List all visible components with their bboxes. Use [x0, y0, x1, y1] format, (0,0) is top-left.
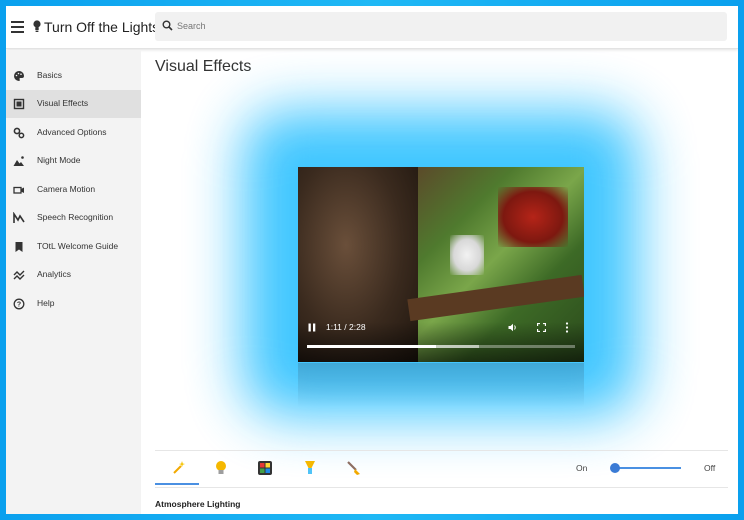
help-circle-icon: ? — [13, 298, 25, 310]
magic-wand-icon[interactable] — [169, 458, 189, 478]
moon-mountain-icon — [13, 156, 24, 166]
search-icon[interactable] — [162, 20, 173, 31]
toolbar-divider — [155, 487, 728, 488]
video-played-bar — [307, 345, 436, 348]
volume-icon[interactable] — [508, 323, 518, 332]
bookmark-icon — [15, 242, 23, 252]
search-input[interactable] — [177, 16, 717, 36]
video-player[interactable]: 1:11 / 2:28 — [298, 167, 584, 362]
voice-wave-icon — [13, 212, 25, 223]
gears-icon — [13, 127, 25, 139]
video-frame-branch — [407, 274, 584, 322]
lamp-icon[interactable] — [300, 458, 320, 478]
video-time: 1:11 / 2:28 — [326, 322, 366, 332]
app-header: Turn Off the Lights™ — [6, 6, 738, 49]
color-grid-icon[interactable] — [255, 458, 275, 478]
camera-icon — [13, 186, 24, 194]
sidebar-item-label: Speech Recognition — [37, 212, 114, 222]
sidebar-item-label: Help — [37, 298, 55, 308]
sidebar-item-label: TOtL Welcome Guide — [37, 241, 119, 251]
sidebar-item-basics[interactable]: Basics — [6, 62, 141, 90]
toggle-on-label: On — [576, 463, 588, 473]
palette-icon — [14, 71, 24, 81]
app-window: Turn Off the Lights™ Basics Visual Effec… — [6, 6, 738, 514]
search-bar[interactable] — [155, 12, 727, 41]
picture-frame-icon — [13, 98, 25, 110]
sidebar-item-night-mode[interactable]: Night Mode — [6, 147, 141, 175]
pause-icon[interactable] — [308, 323, 316, 332]
sidebar-item-speech-recognition[interactable]: Speech Recognition — [6, 204, 141, 232]
app-title: Turn Off the Lights™ — [44, 19, 174, 35]
paint-brush-icon[interactable] — [344, 458, 364, 478]
sidebar: Basics Visual Effects Advanced Options N… — [6, 50, 141, 514]
video-progress-bar[interactable] — [307, 345, 575, 348]
svg-text:?: ? — [17, 302, 21, 309]
more-options-icon[interactable] — [565, 322, 569, 333]
active-tab-indicator — [155, 483, 199, 485]
video-reflection — [298, 363, 584, 407]
atmosphere-toggle-slider[interactable] — [615, 467, 681, 469]
sidebar-item-visual-effects[interactable]: Visual Effects — [6, 90, 141, 118]
lightbulb-icon[interactable] — [211, 458, 231, 478]
hamburger-menu-icon[interactable] — [11, 21, 24, 33]
sidebar-item-label: Advanced Options — [37, 127, 107, 137]
sidebar-item-label: Camera Motion — [37, 184, 96, 194]
sidebar-item-label: Night Mode — [37, 155, 81, 165]
sidebar-item-help[interactable]: ? Help — [6, 290, 141, 318]
lightbulb-logo-icon — [33, 20, 41, 32]
sidebar-item-advanced-options[interactable]: Advanced Options — [6, 119, 141, 147]
section-title: Atmosphere Lighting — [155, 499, 241, 509]
slider-knob[interactable] — [610, 463, 620, 473]
video-frame-leaf — [498, 187, 568, 247]
sidebar-item-label: Analytics — [37, 269, 72, 279]
page-title: Visual Effects — [155, 58, 252, 75]
sidebar-item-analytics[interactable]: Analytics — [6, 261, 141, 289]
toolbar-divider — [155, 450, 728, 451]
video-frame-creature — [450, 235, 484, 275]
trend-chart-icon — [13, 270, 25, 280]
sidebar-item-label: Visual Effects — [37, 98, 89, 108]
sidebar-item-label: Basics — [37, 70, 63, 80]
sidebar-item-welcome-guide[interactable]: TOtL Welcome Guide — [6, 233, 141, 261]
toggle-off-label: Off — [704, 463, 716, 473]
fullscreen-icon[interactable] — [537, 323, 546, 332]
sidebar-item-camera-motion[interactable]: Camera Motion — [6, 176, 141, 204]
